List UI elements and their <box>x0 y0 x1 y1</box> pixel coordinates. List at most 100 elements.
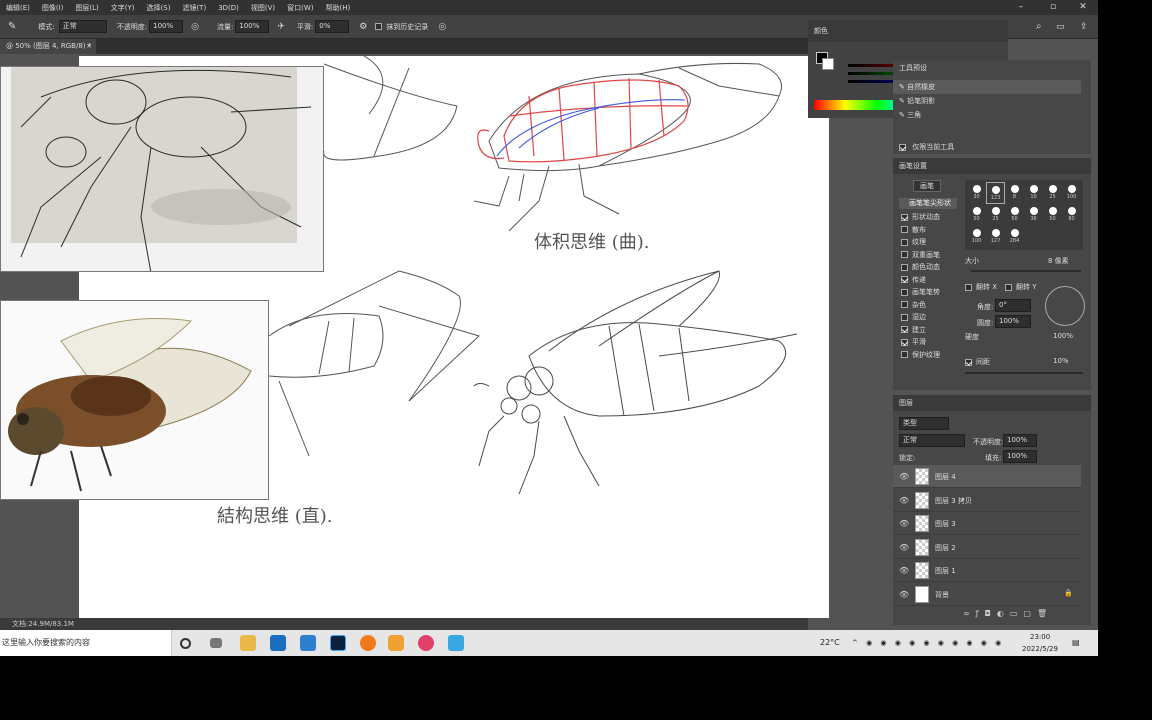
brush-tip[interactable]: 50 <box>967 204 986 226</box>
smooth-field[interactable]: 0% <box>315 20 350 33</box>
visibility-eye-icon[interactable]: 👁 <box>899 496 909 505</box>
brushes-button[interactable]: 画笔 <box>913 180 941 192</box>
brush-tip[interactable]: 30 <box>967 182 986 204</box>
angle-field[interactable]: 0° <box>995 299 1031 312</box>
trash-icon[interactable]: 🗑 <box>1037 609 1053 618</box>
brush-option-row[interactable]: 画笔笔势 <box>901 287 961 300</box>
tip-shape-item[interactable]: 画笔笔尖形状 <box>899 198 957 209</box>
taskbar-search[interactable]: 这里输入你要搜索的内容 <box>0 630 172 656</box>
brush-option-checkbox[interactable] <box>901 338 908 346</box>
search-icon[interactable]: ⌕ <box>1036 21 1042 32</box>
photoshop-taskbar-icon[interactable] <box>330 635 346 651</box>
flip-y-row[interactable]: 翻转 Y <box>1005 282 1037 292</box>
roundness-field[interactable]: 100% <box>995 315 1031 328</box>
visibility-eye-icon[interactable]: 👁 <box>899 543 909 552</box>
brush-option-checkbox[interactable] <box>901 351 908 358</box>
layer-opacity-field[interactable]: 100% <box>1003 434 1037 447</box>
size-slider[interactable] <box>971 270 1081 272</box>
current-tool-only-checkbox[interactable] <box>899 143 906 151</box>
share-icon[interactable]: ⇪ <box>1080 22 1088 32</box>
task-view-icon[interactable] <box>210 638 222 648</box>
blend-mode-select[interactable]: 正常 <box>899 434 965 447</box>
layer-row[interactable]: 👁 图层 1 <box>893 559 1081 582</box>
notification-icon[interactable]: ▤ <box>1072 630 1080 656</box>
brush-option-row[interactable]: 传递 <box>901 275 961 288</box>
layer-row[interactable]: 👁 图层 4 <box>893 465 1081 488</box>
clock-date[interactable]: 2022/5/29 <box>1022 636 1058 656</box>
brush-tip[interactable]: 25 <box>986 204 1005 226</box>
brush-option-checkbox[interactable] <box>901 313 908 321</box>
brush-tip[interactable]: 80 <box>1062 204 1081 226</box>
angle-roundness-widget[interactable] <box>1045 286 1085 326</box>
maximize-button[interactable]: ▫ <box>1042 0 1064 15</box>
pressure-opacity-icon[interactable]: ◎ <box>191 22 199 32</box>
spacing-row[interactable]: 间距 <box>965 357 990 367</box>
visibility-eye-icon[interactable]: 👁 <box>899 590 909 599</box>
visibility-eye-icon[interactable]: 👁 <box>899 472 909 481</box>
new-layer-icon[interactable]: ▢ <box>1023 609 1037 618</box>
link-layers-icon[interactable]: ∞ <box>963 609 976 618</box>
brush-option-row[interactable]: 建立 <box>901 325 961 338</box>
brush-option-row[interactable]: 湿边 <box>901 312 961 325</box>
brush-option-checkbox[interactable] <box>901 251 908 258</box>
brush-tip[interactable]: 25 <box>1043 182 1062 204</box>
brush-tip[interactable]: 50 <box>1043 204 1062 226</box>
current-tool-only-row[interactable]: 仅限当前工具 <box>899 142 954 152</box>
file-explorer-icon[interactable] <box>240 635 256 651</box>
fx-icon[interactable]: ƒ <box>976 609 985 618</box>
brush-option-row[interactable]: 颜色动态 <box>901 262 961 275</box>
browser-icon[interactable] <box>360 635 376 651</box>
app-s-icon[interactable] <box>300 635 316 651</box>
brush-option-checkbox[interactable] <box>901 301 908 308</box>
app-w-icon[interactable] <box>388 635 404 651</box>
brush-tip-grid[interactable]: 30 123 8 10 25 100 50 25 50 36 50 80 100 127 284 <box>965 180 1083 250</box>
reference-image-photo[interactable] <box>0 300 269 500</box>
opacity-field[interactable]: 100% <box>149 20 184 33</box>
brush-option-checkbox[interactable] <box>901 238 908 246</box>
minimize-button[interactable]: – <box>1010 0 1032 15</box>
pressure-size-icon[interactable]: ◎ <box>438 22 446 32</box>
brush-tip[interactable]: 127 <box>986 226 1005 248</box>
brush-option-checkbox[interactable] <box>901 263 908 271</box>
visibility-eye-icon[interactable]: 👁 <box>899 566 909 575</box>
layer-row[interactable]: 👁 图层 3 <box>893 512 1081 535</box>
brush-option-checkbox[interactable] <box>901 288 908 296</box>
preset-item[interactable]: ✎ 铅笔阴影 <box>893 94 1081 108</box>
brush-option-row[interactable]: 散布 <box>901 225 961 238</box>
adjustment-icon[interactable]: ◐ <box>997 609 1010 618</box>
size-value[interactable]: 8 像素 <box>1048 256 1069 266</box>
brush-tip[interactable]: 8 <box>1005 182 1024 204</box>
menu-item-5[interactable]: 滤镜(T) <box>182 3 206 13</box>
layer-row[interactable]: 👁 图层 3 拷贝 <box>893 489 1081 512</box>
close-button[interactable]: ✕ <box>1072 0 1094 15</box>
folder-icon[interactable]: ▭ <box>1010 609 1024 618</box>
tray-icons[interactable]: ^ ◉ ◉ ◉ ◉ ◉ ◉ ◉ ◉ ◉ ◉ <box>852 630 1004 656</box>
brush-option-checkbox[interactable] <box>901 276 908 283</box>
airbrush-icon[interactable]: ✈ <box>277 22 285 32</box>
store-icon[interactable] <box>270 635 286 651</box>
spacing-value[interactable]: 10% <box>1053 357 1069 365</box>
gear-icon[interactable]: ⚙ <box>359 22 367 32</box>
brush-tip[interactable]: 123 <box>986 182 1005 204</box>
menu-item-4[interactable]: 选择(S) <box>147 3 171 13</box>
brush-tool-icon[interactable]: ✎ <box>8 21 16 32</box>
mask-icon[interactable]: ◘ <box>985 609 997 618</box>
brush-tip[interactable]: 100 <box>1062 182 1081 204</box>
layer-kind-filter[interactable]: 类型 <box>899 417 949 430</box>
visibility-eye-icon[interactable]: 👁 <box>899 519 909 528</box>
brush-option-row[interactable]: 保护纹理 <box>901 350 961 363</box>
menu-item-0[interactable]: 编辑(E) <box>6 3 30 13</box>
brush-tip[interactable]: 284 <box>1005 226 1024 248</box>
menu-item-7[interactable]: 视图(V) <box>251 3 275 13</box>
layer-row[interactable]: 👁 图层 2 <box>893 536 1081 559</box>
temperature[interactable]: 22°C <box>820 630 840 656</box>
flip-x-row[interactable]: 翻转 X <box>965 282 997 292</box>
mode-select[interactable]: 正常 <box>58 20 107 33</box>
brush-tip[interactable]: 36 <box>1024 204 1043 226</box>
background-color-swatch[interactable] <box>822 58 834 70</box>
menu-item-3[interactable]: 文字(Y) <box>111 3 135 13</box>
brush-option-row[interactable]: 纹理 <box>901 237 961 250</box>
preset-item[interactable]: ✎ 自然橡皮 <box>893 80 1081 94</box>
brush-tip[interactable]: 100 <box>967 226 986 248</box>
brush-option-row[interactable]: 平滑 <box>901 337 961 350</box>
